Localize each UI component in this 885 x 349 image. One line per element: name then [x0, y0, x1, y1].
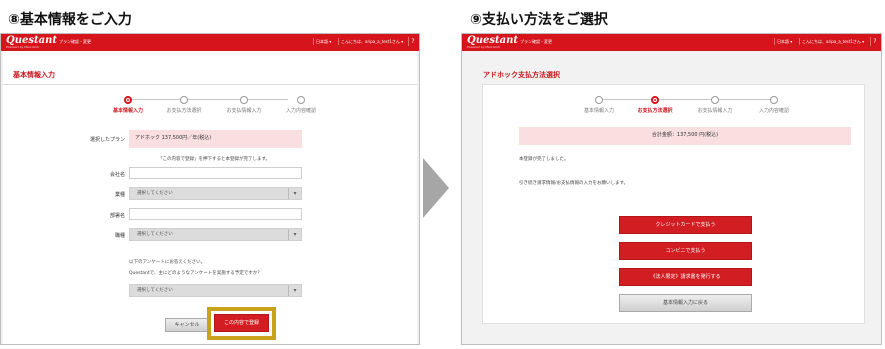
page-title: 基本情報入力: [13, 71, 55, 79]
logo-subtitle: Powered by Macromill: [6, 45, 39, 49]
step-9-title: ⑨支払い方法をご選択: [470, 12, 608, 28]
step-8-title: ⑧基本情報をご入力: [8, 12, 132, 28]
step-label-3: お支払情報入力: [226, 108, 262, 114]
step-dot-3: [240, 96, 248, 104]
total-amount: 合計金額：137,500 円(税込): [519, 127, 851, 145]
stepper-line: [128, 99, 288, 100]
plan-link[interactable]: プラン確認・変更: [59, 39, 91, 45]
language-selector[interactable]: 日本語 ▾: [313, 38, 333, 45]
basic-info-screenshot: Questant Powered by Macromill プラン確認・変更 日…: [0, 33, 420, 345]
step-dot-1: [124, 96, 132, 104]
submit-button[interactable]: この内容で登録: [214, 314, 269, 332]
industry-select-value: 選択してください: [137, 191, 173, 196]
survey-note-1: 以下のアンケートにお答えください。: [129, 260, 206, 265]
position-select-value: 選択してください: [137, 232, 173, 237]
convenience-store-button[interactable]: コンビニで支払う: [619, 242, 752, 260]
stepper-line: [599, 99, 774, 100]
progress-stepper: 基本情報入力 お支払方法選択 お支払情報入力 入力内容確認: [101, 96, 316, 116]
back-to-basic-info-button[interactable]: 基本情報入力に戻る: [619, 294, 752, 312]
survey-select[interactable]: 選択してください ▾: [129, 284, 302, 297]
company-label: 会社名: [109, 172, 125, 178]
survey-note-2: Questantで、主にどのようなアンケートを実施する予定ですか？: [129, 271, 262, 276]
survey-select-value: 選択してください: [137, 288, 173, 293]
content-card: [482, 84, 865, 324]
step-label-2: お支払方法選択: [637, 108, 673, 114]
step-label-4: 入力内容確認: [285, 108, 317, 114]
chevron-down-icon: ▾: [288, 188, 301, 199]
help-icon[interactable]: ?: [870, 37, 879, 46]
page-title: アドホック支払方法選択: [483, 71, 560, 79]
next-arrow-icon: [423, 158, 449, 218]
invoice-button[interactable]: 《法人限定》請求書を発行する: [619, 268, 752, 286]
industry-select[interactable]: 選択してください ▾: [129, 187, 302, 200]
step-label-4: 入力内容確認: [758, 108, 790, 114]
top-navbar: Questant Powered by Macromill プラン確認・変更 日…: [462, 34, 881, 51]
position-label: 職種: [114, 233, 125, 239]
top-navbar: Questant Powered by Macromill プラン確認・変更 日…: [1, 34, 419, 51]
step-dot-4: [297, 96, 305, 104]
language-selector[interactable]: 日本語 ▾: [774, 38, 794, 45]
chevron-down-icon: ▾: [288, 285, 301, 296]
department-input[interactable]: [129, 208, 302, 220]
user-menu[interactable]: こんにちは、aripa_a_test1さん ▾: [799, 38, 866, 45]
step-dot-2: [180, 96, 188, 104]
step-label-1: 基本情報入力: [583, 108, 615, 114]
step-label-1: 基本情報入力: [112, 108, 144, 114]
confirm-note: 「この内容で登録」を押下すると本登録が完了します。: [158, 157, 271, 162]
logo-subtitle: Powered by Macromill: [467, 45, 500, 49]
step-dot-1: [595, 96, 603, 104]
help-icon[interactable]: ?: [408, 37, 417, 46]
chevron-down-icon: ▾: [288, 229, 301, 240]
step-dot-2: [651, 96, 659, 104]
step-label-3: お支払情報入力: [697, 108, 733, 114]
plan-value-box: アドホック 137,500円／年(税込): [129, 130, 302, 148]
cancel-button[interactable]: キャンセル: [165, 318, 209, 332]
registration-complete-message: 本登録が完了しました。: [519, 157, 569, 162]
step-dot-3: [711, 96, 719, 104]
next-step-message: 引き続き請求情報/お支払情報の入力をお願いします。: [519, 181, 629, 186]
step-dot-4: [770, 96, 778, 104]
company-input[interactable]: [129, 167, 302, 179]
position-select[interactable]: 選択してください ▾: [129, 228, 302, 241]
credit-card-button[interactable]: クレジットカードで支払う: [619, 216, 752, 234]
payment-method-screenshot: Questant Powered by Macromill プラン確認・変更 日…: [461, 33, 882, 345]
step-label-2: お支払方法選択: [166, 108, 202, 114]
user-menu[interactable]: こんにちは、aripa_a_test1さん ▾: [338, 38, 405, 45]
industry-label: 業種: [114, 192, 125, 198]
plan-label: 選択したプラン: [89, 137, 125, 143]
plan-link[interactable]: プラン確認・変更: [520, 39, 552, 45]
department-label: 部署名: [109, 213, 125, 219]
progress-stepper: 基本情報入力 お支払方法選択 お支払情報入力 入力内容確認: [572, 96, 792, 116]
header-divider: [3, 84, 417, 85]
